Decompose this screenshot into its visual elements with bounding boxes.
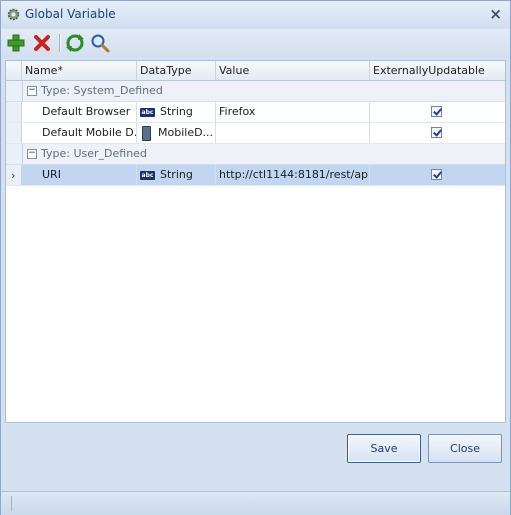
global-variable-dialog: Global Variable × Name* DataType Value E… bbox=[0, 0, 511, 515]
column-header-datatype[interactable]: DataType bbox=[137, 61, 216, 80]
cell-datatype[interactable]: abc String bbox=[137, 165, 216, 185]
row-indicator bbox=[6, 123, 22, 143]
cell-name[interactable]: URI bbox=[39, 165, 137, 185]
cell-datatype[interactable]: MobileD... bbox=[137, 123, 216, 143]
group-label: Type: User_Defined bbox=[41, 147, 147, 160]
cell-name[interactable]: Default Mobile D... bbox=[39, 123, 137, 143]
externally-updatable-checkbox[interactable] bbox=[431, 127, 442, 138]
row-indicator bbox=[6, 81, 23, 101]
add-icon[interactable] bbox=[5, 32, 27, 54]
group-row-system-defined[interactable]: − Type: System_Defined bbox=[6, 81, 505, 102]
table-row[interactable]: Default Mobile D... MobileD... bbox=[6, 123, 505, 144]
row-indicator: › bbox=[6, 165, 22, 185]
column-header-value[interactable]: Value bbox=[216, 61, 370, 80]
close-icon[interactable]: × bbox=[489, 5, 502, 23]
collapse-icon[interactable]: − bbox=[27, 149, 37, 159]
search-icon[interactable] bbox=[89, 32, 111, 54]
cell-value[interactable]: Firefox bbox=[216, 102, 370, 122]
save-button[interactable]: Save bbox=[347, 434, 421, 463]
variables-grid: Name* DataType Value ExternallyUpdatable… bbox=[5, 60, 506, 423]
mobile-device-icon bbox=[142, 125, 151, 141]
abc-icon: abc bbox=[140, 170, 155, 180]
gear-icon bbox=[7, 8, 20, 21]
cell-value[interactable]: http://ctl1144:8181/rest/ap... bbox=[216, 165, 370, 185]
cell-name[interactable]: Default Browser bbox=[39, 102, 137, 122]
table-row[interactable]: › URI abc String http://ctl1144:8181/rest… bbox=[6, 165, 505, 186]
cell-externally-updatable bbox=[370, 123, 505, 143]
externally-updatable-checkbox[interactable] bbox=[431, 169, 442, 180]
current-row-arrow-icon: › bbox=[11, 169, 16, 182]
status-bar bbox=[1, 491, 510, 515]
status-bar-divider bbox=[11, 496, 12, 511]
toolbar bbox=[1, 29, 510, 57]
header-indicator bbox=[6, 61, 22, 80]
refresh-icon[interactable] bbox=[64, 32, 86, 54]
cell-externally-updatable bbox=[370, 165, 505, 185]
grid-header: Name* DataType Value ExternallyUpdatable bbox=[6, 61, 505, 81]
abc-icon: abc bbox=[140, 107, 155, 117]
column-header-externally-updatable[interactable]: ExternallyUpdatable bbox=[370, 61, 505, 80]
row-indicator bbox=[6, 144, 23, 164]
row-indicator bbox=[6, 102, 22, 122]
window-title: Global Variable bbox=[25, 7, 116, 21]
collapse-icon[interactable]: − bbox=[27, 86, 37, 96]
externally-updatable-checkbox[interactable] bbox=[431, 106, 442, 117]
column-header-name[interactable]: Name* bbox=[22, 61, 137, 80]
cell-datatype[interactable]: abc String bbox=[137, 102, 216, 122]
cell-externally-updatable bbox=[370, 102, 505, 122]
title-bar: Global Variable × bbox=[1, 1, 510, 29]
cell-value[interactable] bbox=[216, 123, 370, 143]
group-row-user-defined[interactable]: − Type: User_Defined bbox=[6, 144, 505, 165]
group-label: Type: System_Defined bbox=[41, 84, 163, 97]
table-row[interactable]: Default Browser abc String Firefox bbox=[6, 102, 505, 123]
toolbar-separator bbox=[59, 34, 61, 52]
close-button[interactable]: Close bbox=[428, 434, 502, 463]
delete-icon[interactable] bbox=[31, 32, 53, 54]
